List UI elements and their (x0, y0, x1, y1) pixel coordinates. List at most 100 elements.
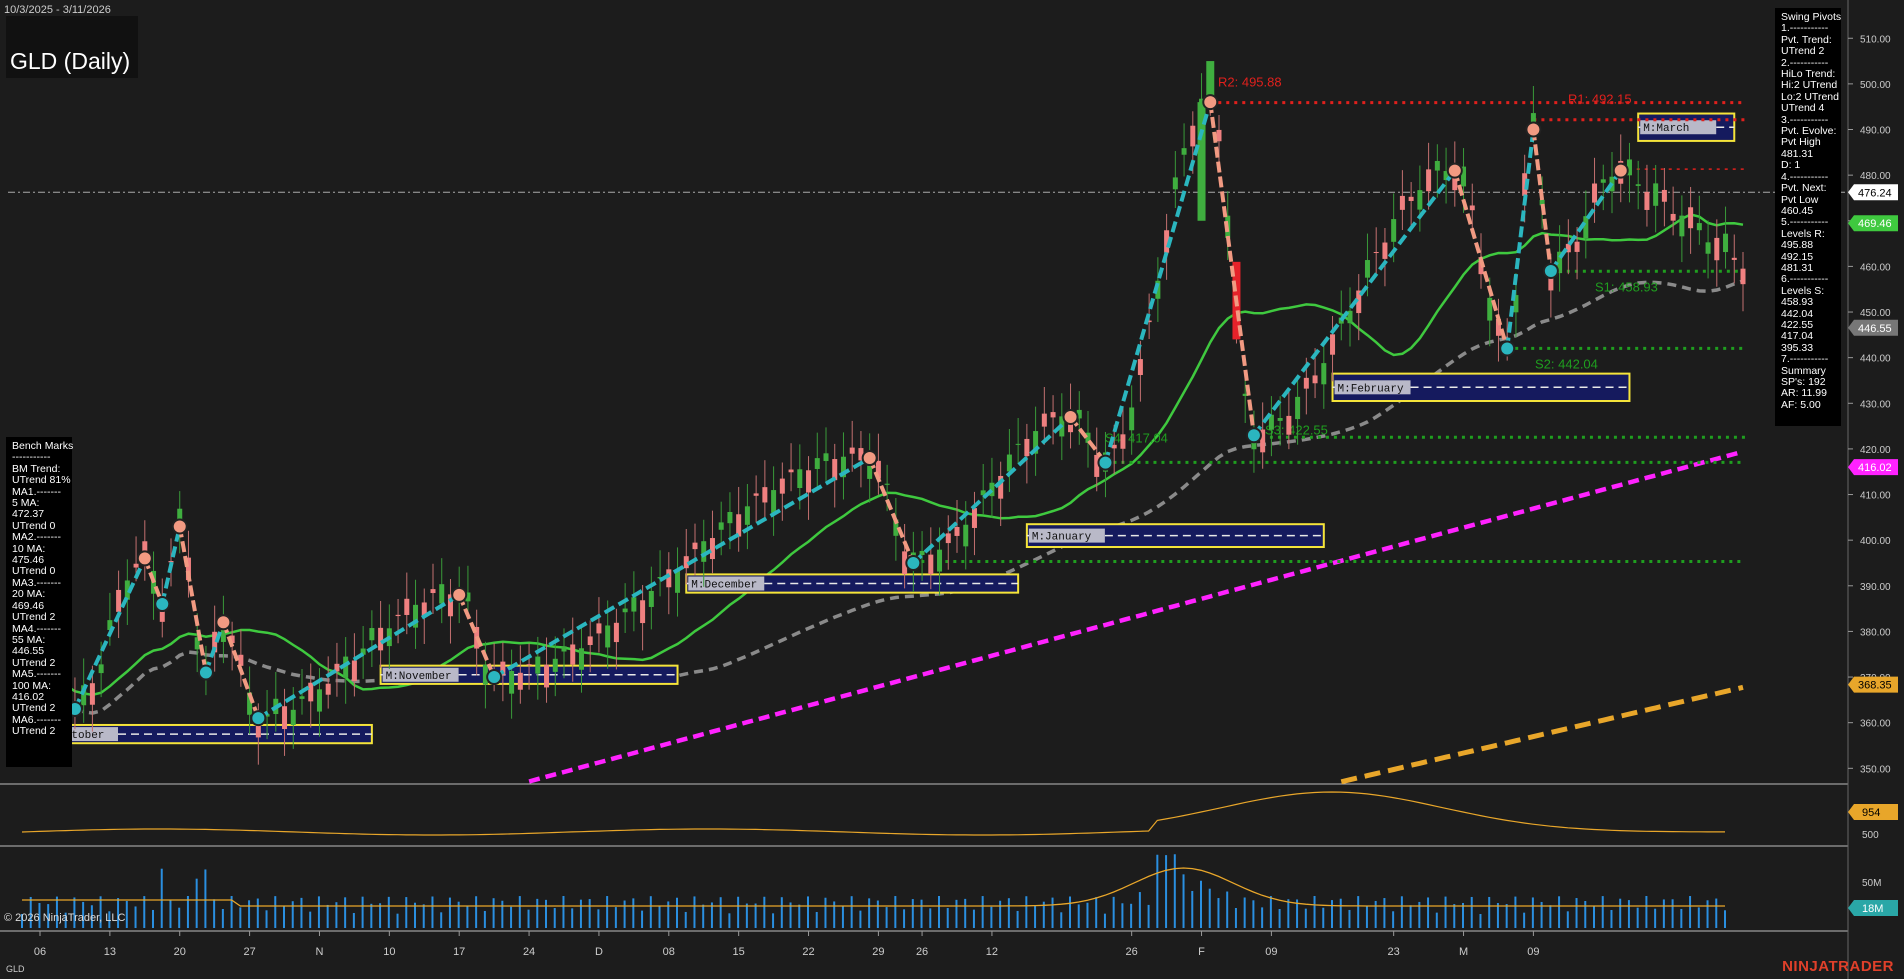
price-tick-label: 460.00 (1860, 262, 1891, 273)
candle-body (954, 527, 960, 536)
candle-body (928, 554, 934, 575)
swing-up-leg (160, 526, 182, 605)
support-level-label: S2: 442.04 (1535, 356, 1598, 371)
candle-body (1583, 216, 1589, 239)
candle-body (849, 447, 855, 454)
bench-marks-line: 446.55 (12, 645, 45, 658)
resistance-level-label: R1: 492.15 (1568, 92, 1632, 107)
bench-marks-line: UTrend 2 (12, 725, 56, 738)
candle-body (823, 453, 829, 462)
swing-pivots-line: UTrend 2 (1781, 45, 1825, 58)
swing-high-marker (1525, 121, 1542, 138)
price-axis-flag-label: 469.46 (1858, 218, 1892, 230)
candle-body (1295, 396, 1301, 420)
candle-body (395, 614, 401, 617)
candle-body (1015, 443, 1021, 445)
copyright: © 2026 NinjaTrader, LLC (4, 912, 126, 924)
candle-body (587, 636, 593, 646)
price-axis-flag-label: 416.02 (1858, 462, 1892, 474)
candle-body (884, 483, 890, 485)
candle-body (1041, 413, 1047, 427)
candle-body (1303, 377, 1309, 389)
candle-body (561, 646, 567, 652)
price-tick-label: 380.00 (1860, 627, 1891, 638)
swing-pivots-line: 495.88 (1781, 239, 1814, 252)
swing-down-leg (1452, 170, 1510, 350)
candle-body (613, 622, 619, 643)
candle-body (1399, 195, 1405, 210)
swing-pivots-line: 458.93 (1781, 296, 1814, 309)
candle-body (517, 672, 523, 690)
candle-body (378, 627, 384, 651)
candle-body (1120, 434, 1126, 449)
x-tick-label: 10 (383, 946, 395, 958)
candle-body (1364, 260, 1370, 278)
candle-body (806, 470, 812, 493)
candle-body (98, 664, 104, 674)
candle-body (1670, 213, 1676, 221)
candle-body (1373, 252, 1379, 254)
brand-logo: NINJATRADER (1782, 958, 1894, 975)
swing-down-leg (177, 526, 208, 673)
candle-body (1172, 177, 1178, 190)
candle-body (439, 584, 445, 604)
candle-body (1574, 241, 1580, 252)
bench-marks-line: UTrend 2 (12, 611, 56, 624)
swing-high-marker (861, 450, 878, 467)
symbol-footer: GLD (6, 964, 25, 974)
swing-high-marker (215, 614, 232, 631)
swing-up-leg (257, 593, 461, 720)
swing-pivots-line: Pvt. Next: (1781, 182, 1827, 195)
candle-body (1286, 415, 1292, 435)
price-tick-label: 480.00 (1860, 171, 1891, 182)
candle-body (971, 508, 977, 528)
candle-body (1469, 205, 1475, 211)
candle-body (814, 458, 820, 469)
candle-body (963, 524, 969, 547)
swing-low-marker (1245, 427, 1262, 444)
price-tick-label: 360.00 (1860, 719, 1891, 730)
resistance-level-label: R2: 495.88 (1218, 75, 1282, 90)
candle-body (1321, 363, 1327, 385)
x-tick-label: 27 (243, 946, 255, 958)
monthly-box-label: M:February (1338, 383, 1404, 395)
price-tick-label: 500.00 (1860, 80, 1891, 91)
x-tick-label: 29 (872, 946, 884, 958)
candle-body (1688, 207, 1694, 229)
candle-body (1714, 237, 1720, 261)
candle-body (89, 683, 95, 705)
candle-body (596, 623, 602, 634)
candle-body (238, 654, 244, 666)
swing-low-marker (154, 596, 171, 613)
x-tick-label: 08 (663, 946, 675, 958)
candle-body (1330, 334, 1336, 355)
x-tick-label: 24 (523, 946, 535, 958)
candle-body (552, 658, 558, 672)
price-tick-label: 400.00 (1860, 536, 1891, 547)
x-tick-label: 22 (802, 946, 814, 958)
swing-pivots-line: 5.----------- (1781, 216, 1829, 229)
swing-high-marker (136, 550, 153, 567)
candle-body (1679, 215, 1685, 237)
price-chart[interactable]: 350.00360.00370.00380.00390.00400.00410.… (0, 0, 1904, 979)
candle-body (1696, 223, 1702, 231)
swing-high-marker (1446, 162, 1463, 179)
candle-body (1024, 438, 1030, 457)
x-tick-label: 06 (34, 946, 46, 958)
x-tick-label: N (315, 946, 323, 958)
price-tick-label: 420.00 (1860, 445, 1891, 456)
x-tick-label: F (1198, 946, 1205, 958)
price-axis-flag-label: 446.55 (1858, 323, 1892, 335)
candle-body (1277, 418, 1283, 421)
candle-body (1600, 179, 1606, 183)
x-tick-label: D (595, 946, 603, 958)
candle-body (526, 664, 532, 666)
ma-55-line (38, 279, 1744, 715)
swing-up-leg (1103, 101, 1213, 464)
swing-down-leg (867, 457, 916, 564)
candle-body (1731, 257, 1737, 260)
oscillator-tick-label: 500 (1862, 830, 1879, 841)
support-level-label: S3: 422.55 (1265, 422, 1328, 437)
candle-body (116, 589, 122, 612)
candle-body (675, 570, 681, 593)
